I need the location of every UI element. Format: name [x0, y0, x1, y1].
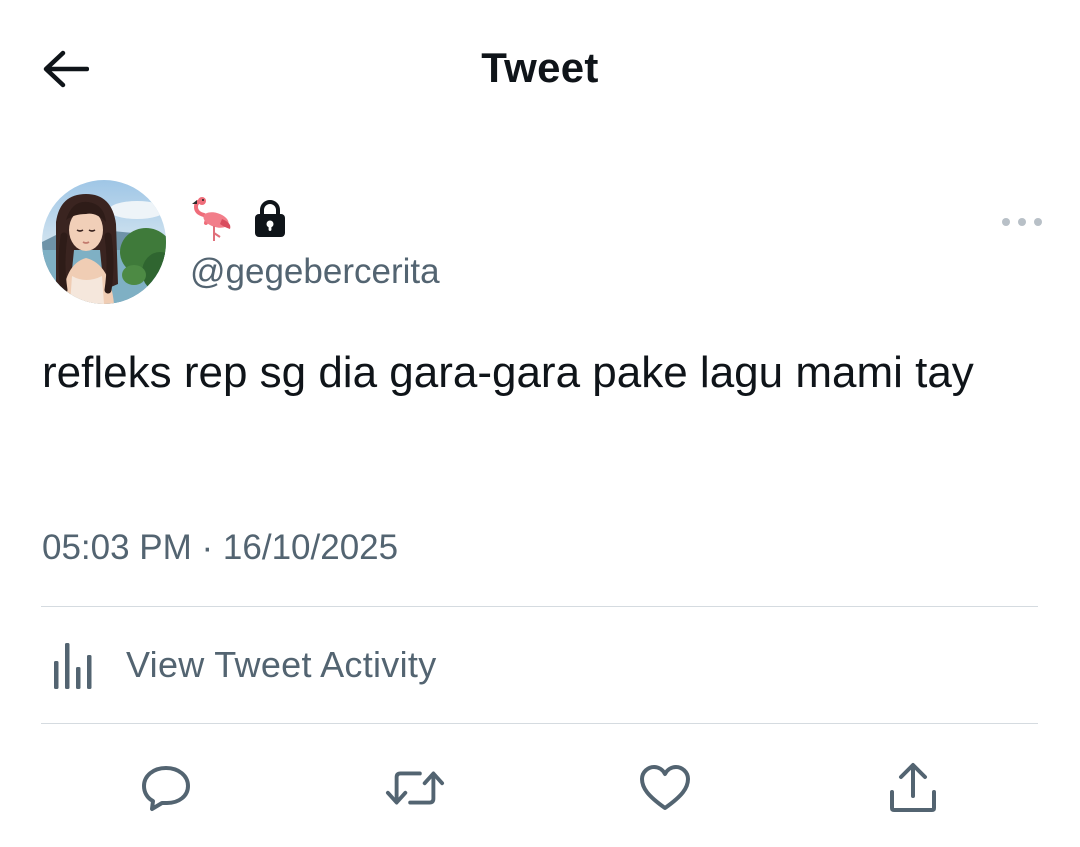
- tweet-timestamp[interactable]: 05:03 PM · 16/10/2025: [42, 528, 398, 568]
- share-button[interactable]: [883, 758, 943, 818]
- reply-button[interactable]: [136, 758, 196, 818]
- bar-chart-icon: [54, 643, 92, 689]
- display-name: [192, 192, 288, 244]
- view-tweet-activity-button[interactable]: View Tweet Activity: [42, 608, 1038, 722]
- heart-icon: [640, 765, 690, 810]
- avatar[interactable]: [42, 180, 166, 304]
- share-icon: [890, 763, 936, 812]
- divider: [41, 723, 1038, 724]
- more-options-button[interactable]: [1002, 210, 1042, 234]
- comment-icon: [142, 766, 190, 811]
- retweet-icon: [385, 771, 445, 805]
- tweet-author: @gegebercerita: [42, 180, 1042, 305]
- dot-icon: [1034, 218, 1042, 226]
- divider: [41, 606, 1038, 607]
- retweet-button[interactable]: [385, 758, 445, 818]
- user-handle[interactable]: @gegebercerita: [190, 252, 440, 292]
- top-bar: Tweet: [0, 0, 1080, 140]
- dot-icon: [1018, 218, 1026, 226]
- activity-label: View Tweet Activity: [126, 644, 437, 685]
- lock-icon: [255, 200, 285, 237]
- avatar-photo: [42, 180, 166, 304]
- dot-icon: [1002, 218, 1010, 226]
- tweet-text: refleks rep sg dia gara-gara pake lagu m…: [42, 348, 974, 397]
- like-button[interactable]: [635, 758, 695, 818]
- flamingo-icon: [192, 197, 231, 241]
- page-title: Tweet: [481, 44, 599, 91]
